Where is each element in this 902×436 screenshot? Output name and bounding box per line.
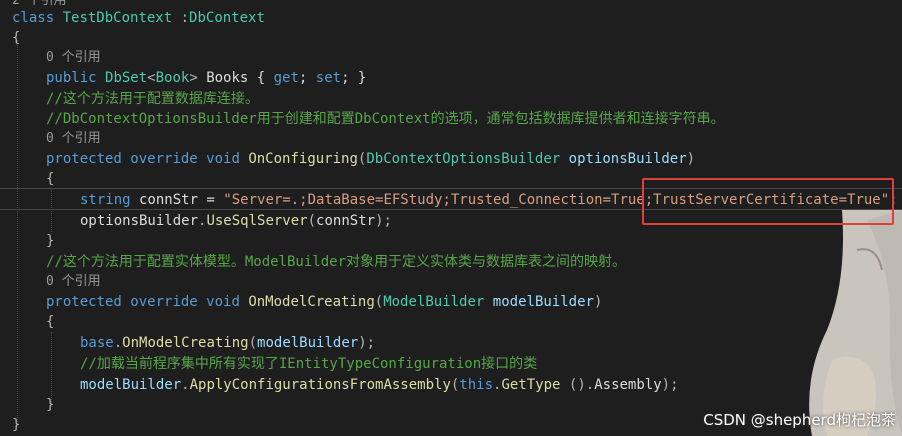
code-line-onconfiguring-signature[interactable]: protected override void OnConfiguring(Db…: [46, 149, 695, 169]
code-line-use-sql-server[interactable]: optionsBuilder.UseSqlServer(connStr);: [80, 211, 392, 231]
code-line-onmodelcreating-signature[interactable]: protected override void OnModelCreating(…: [46, 292, 602, 312]
codelens-references[interactable]: 0 个引用: [46, 130, 101, 148]
parameter-name: modelBuilder: [492, 294, 594, 310]
parameter-name: modelBuilder: [257, 335, 359, 351]
punctuation: );: [661, 377, 679, 393]
brace: {: [46, 171, 55, 187]
type-name: DbContextOptionsBuilder: [366, 151, 561, 167]
code-line-comment[interactable]: //DbContextOptionsBuilder用于创建和配置DbContex…: [46, 109, 725, 129]
punctuation: :: [172, 10, 190, 26]
code-line-brace[interactable]: }: [12, 415, 20, 435]
keyword: get: [273, 70, 299, 86]
punctuation: (: [248, 335, 258, 351]
keyword: override: [130, 294, 198, 310]
keyword: set: [315, 70, 342, 86]
indent-guide: [51, 332, 52, 404]
type-name: Book: [155, 70, 190, 86]
punctuation: .: [181, 377, 190, 393]
base-class-name: DbContext: [189, 10, 265, 26]
keyword: string: [80, 192, 131, 208]
punctuation: ): [686, 151, 696, 167]
background-illustration-graphic: [809, 210, 902, 436]
keyword: void: [206, 151, 240, 167]
type-name: DbSet: [105, 70, 148, 86]
type-name: ModelBuilder: [383, 294, 485, 310]
punctuation: (: [307, 213, 317, 229]
variable-name: connStr: [316, 213, 376, 229]
background-illustration: [772, 210, 902, 436]
watermark: CSDN @shepherd枸杞泡茶: [703, 411, 896, 429]
keyword: this: [459, 377, 494, 393]
brace: }: [12, 417, 21, 433]
keyword: void: [206, 294, 240, 310]
keyword: protected: [46, 151, 122, 167]
highlight-box: [642, 178, 894, 225]
indent-guide: [17, 40, 18, 424]
codelens-references[interactable]: 0 个引用: [46, 273, 101, 291]
keyword: public: [46, 70, 97, 86]
keyword: override: [130, 151, 198, 167]
brace: }: [46, 233, 55, 249]
code-line-brace[interactable]: }: [46, 231, 54, 251]
keyword: base: [80, 335, 114, 351]
punctuation: ().: [560, 377, 595, 393]
property-name: Assembly: [594, 377, 662, 393]
brace: {: [46, 314, 55, 330]
punctuation: );: [358, 335, 376, 351]
code-line-brace[interactable]: }: [46, 395, 54, 415]
punctuation: <: [147, 70, 156, 86]
method-name: UseSqlServer: [206, 213, 308, 229]
punctuation: >: [189, 70, 198, 86]
method-name: OnConfiguring: [248, 151, 358, 167]
variable-name: optionsBuilder: [80, 213, 199, 229]
code-line-comment[interactable]: //这个方法用于配置数据库连接。: [46, 89, 259, 109]
codelens-references[interactable]: 0 个引用: [46, 49, 101, 67]
code-editor[interactable]: 2 个引用 class TestDbContext :DbContext { 0…: [0, 0, 902, 436]
method-name: OnModelCreating: [248, 294, 375, 310]
keyword: class: [12, 10, 55, 26]
method-name: ApplyConfigurationsFromAssembly: [189, 377, 451, 393]
code-line-brace[interactable]: {: [46, 169, 54, 189]
keyword: protected: [46, 294, 122, 310]
brace: }: [46, 397, 55, 413]
punctuation: ;: [298, 70, 316, 86]
method-name: GetType: [501, 377, 561, 393]
method-name: OnModelCreating: [122, 335, 249, 351]
punctuation: ): [593, 294, 603, 310]
parameter-name: optionsBuilder: [568, 151, 687, 167]
code-line-class-declaration[interactable]: class TestDbContext :DbContext: [12, 8, 265, 28]
parameter-name: modelBuilder: [80, 377, 182, 393]
code-line-base-call[interactable]: base.OnModelCreating(modelBuilder);: [80, 333, 375, 353]
variable-declaration: connStr =: [130, 192, 224, 208]
code-line-brace[interactable]: {: [12, 28, 20, 48]
code-line-comment[interactable]: //这个方法用于配置实体模型。ModelBuilder对象用于定义实体类与数据库…: [46, 252, 626, 272]
brace: {: [12, 30, 21, 46]
class-name: TestDbContext: [62, 10, 173, 26]
code-line-comment[interactable]: //加载当前程序集中所有实现了IEntityTypeConfiguration接…: [80, 354, 537, 374]
punctuation: ; }: [341, 70, 367, 86]
punctuation: .: [113, 335, 123, 351]
punctuation: (: [374, 294, 384, 310]
code-line-apply-configurations[interactable]: modelBuilder.ApplyConfigurationsFromAsse…: [80, 375, 679, 395]
property-name: Books {: [197, 70, 274, 86]
code-line-brace[interactable]: {: [46, 312, 54, 332]
punctuation: );: [375, 213, 392, 229]
code-line-dbset-property[interactable]: public DbSet<Book> Books { get; set; }: [46, 68, 366, 88]
